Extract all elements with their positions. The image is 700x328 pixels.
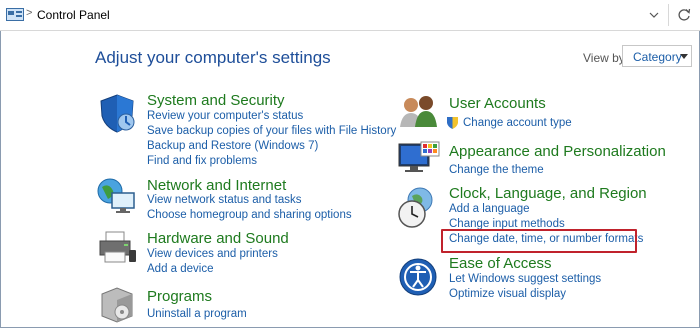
link-uninstall-program[interactable]: Uninstall a program: [147, 308, 247, 320]
dropdown-arrow-icon: [680, 54, 688, 59]
link-windows-suggest-settings[interactable]: Let Windows suggest settings: [449, 273, 601, 285]
refresh-icon[interactable]: [676, 7, 692, 23]
ease-of-access-icon[interactable]: [398, 257, 438, 297]
breadcrumb-control-panel[interactable]: Control Panel: [37, 8, 110, 22]
page-title: Adjust your computer's settings: [95, 48, 331, 67]
category-user-accounts[interactable]: User Accounts: [449, 95, 546, 112]
link-file-history[interactable]: Save backup copies of your files with Fi…: [147, 125, 396, 137]
users-icon[interactable]: [397, 93, 441, 131]
link-find-fix-problems[interactable]: Find and fix problems: [147, 155, 257, 167]
display-palette-icon[interactable]: [397, 140, 441, 176]
category-network-and-internet[interactable]: Network and Internet: [147, 177, 286, 194]
uac-shield-icon: [447, 117, 458, 129]
link-devices-printers[interactable]: View devices and printers: [147, 248, 278, 260]
category-ease-of-access[interactable]: Ease of Access: [449, 255, 552, 272]
address-bar[interactable]: > Control Panel: [0, 0, 700, 31]
view-by-dropdown[interactable]: Category: [622, 45, 692, 67]
category-clock-language-region[interactable]: Clock, Language, and Region: [449, 185, 647, 202]
chevron-down-icon[interactable]: [648, 8, 660, 22]
category-hardware-and-sound[interactable]: Hardware and Sound: [147, 230, 289, 247]
link-add-language[interactable]: Add a language: [449, 203, 530, 215]
link-network-status[interactable]: View network status and tasks: [147, 194, 301, 206]
category-appearance-and-personalization[interactable]: Appearance and Personalization: [449, 143, 666, 160]
address-divider: [668, 4, 669, 26]
link-add-device[interactable]: Add a device: [147, 263, 214, 275]
network-globe-icon[interactable]: [94, 175, 138, 217]
highlight-box: [441, 229, 637, 253]
control-panel-icon: [6, 8, 24, 21]
category-system-and-security[interactable]: System and Security: [147, 92, 285, 109]
link-change-account-type[interactable]: Change account type: [463, 117, 572, 129]
link-backup-restore[interactable]: Backup and Restore (Windows 7): [147, 140, 318, 152]
link-optimize-visual-display[interactable]: Optimize visual display: [449, 288, 566, 300]
view-by-value: Category: [633, 50, 682, 64]
printer-icon[interactable]: [96, 228, 138, 268]
programs-box-icon[interactable]: [98, 284, 136, 324]
breadcrumb-separator: >: [26, 7, 33, 19]
link-homegroup-sharing[interactable]: Choose homegroup and sharing options: [147, 209, 352, 221]
clock-globe-icon[interactable]: [396, 186, 440, 230]
shield-icon[interactable]: [96, 92, 138, 134]
category-programs[interactable]: Programs: [147, 288, 212, 305]
link-change-theme[interactable]: Change the theme: [449, 164, 544, 176]
link-review-status[interactable]: Review your computer's status: [147, 110, 303, 122]
